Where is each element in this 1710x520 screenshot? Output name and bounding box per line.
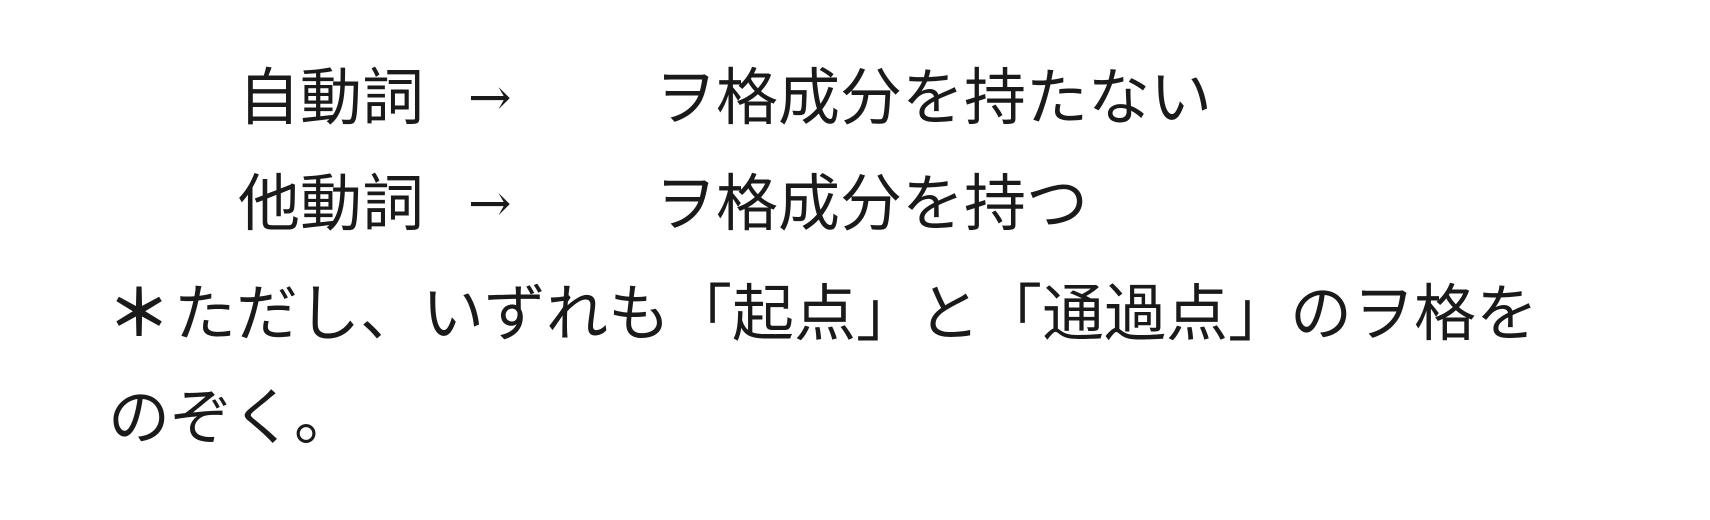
rule-description: ヲ格成分を持たない — [654, 61, 1213, 134]
document-page: 自動詞 → ヲ格成分を持たない 他動詞 → ヲ格成分を持つ ＊ただし、いずれも「… — [0, 0, 1710, 520]
footnote-line-1: ただし、いずれも「起点」と「通過点」のヲ格を — [174, 277, 1539, 350]
rule-term: 他動詞 — [238, 167, 425, 240]
footnote-line-2: のぞく。 — [108, 381, 357, 454]
right-arrow-icon: → — [468, 174, 512, 234]
rule-transitive: 他動詞 → ヲ格成分を持つ — [238, 164, 1088, 244]
asterisk-icon: ＊ — [108, 277, 171, 350]
footnote: ＊ただし、いずれも「起点」と「通過点」のヲ格を のぞく。 — [108, 262, 1668, 470]
rule-description: ヲ格成分を持つ — [654, 167, 1089, 240]
rule-intransitive: 自動詞 → ヲ格成分を持たない — [238, 58, 1212, 138]
rule-term: 自動詞 — [238, 61, 425, 134]
right-arrow-icon: → — [468, 68, 512, 128]
